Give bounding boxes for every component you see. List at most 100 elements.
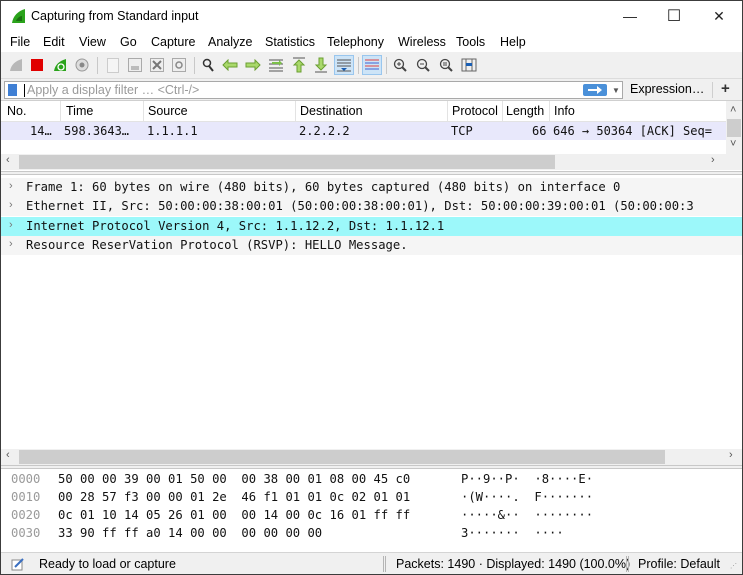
zoom-in-icon bbox=[393, 58, 407, 72]
vscroll-thumb[interactable] bbox=[727, 119, 741, 137]
menu-tools[interactable]: Tools bbox=[456, 35, 485, 49]
detail-row-ethernet[interactable]: › Ethernet II, Src: 50:00:00:38:00:01 (5… bbox=[1, 197, 742, 216]
go-forward-button[interactable] bbox=[243, 55, 263, 75]
zoom-in-button[interactable] bbox=[390, 55, 410, 75]
go-last-button[interactable] bbox=[311, 55, 331, 75]
packet-details: › Frame 1: 60 bytes on wire (480 bits), … bbox=[1, 177, 742, 449]
packet-destination: 2.2.2.2 bbox=[299, 124, 350, 138]
open-file-button[interactable] bbox=[103, 55, 123, 75]
column-destination[interactable]: Destination bbox=[300, 104, 363, 118]
menu-file[interactable]: File bbox=[10, 35, 30, 49]
bytes-row: 0000 50 00 00 39 00 01 50 00 00 38 00 01… bbox=[1, 471, 742, 489]
filter-history-dropdown[interactable]: ▼ bbox=[610, 83, 622, 97]
packet-protocol: TCP bbox=[451, 124, 473, 138]
text-caret bbox=[24, 84, 25, 97]
bytes-hex[interactable]: 33 90 ff ff a0 14 00 00 00 00 00 00 bbox=[58, 526, 322, 540]
minimize-button[interactable]: — bbox=[607, 1, 653, 31]
save-file-button[interactable] bbox=[125, 55, 145, 75]
expert-info-icon[interactable] bbox=[11, 557, 25, 571]
menu-go[interactable]: Go bbox=[120, 35, 137, 49]
detail-row-ipv4[interactable]: › Internet Protocol Version 4, Src: 1.1.… bbox=[1, 217, 742, 236]
menu-edit[interactable]: Edit bbox=[43, 35, 65, 49]
column-source[interactable]: Source bbox=[148, 104, 188, 118]
column-no[interactable]: No. bbox=[7, 104, 26, 118]
column-info[interactable]: Info bbox=[554, 104, 575, 118]
menu-view[interactable]: View bbox=[79, 35, 106, 49]
find-packet-button[interactable] bbox=[198, 55, 218, 75]
resize-columns-button[interactable] bbox=[459, 55, 479, 75]
menu-capture[interactable]: Capture bbox=[151, 35, 195, 49]
start-capture-button[interactable] bbox=[6, 55, 26, 75]
close-file-icon bbox=[150, 58, 164, 72]
bytes-ascii[interactable]: 3······· ···· bbox=[461, 526, 564, 540]
go-forward-icon bbox=[245, 59, 261, 71]
bytes-ascii[interactable]: P··9··P· ·8····E· bbox=[461, 472, 593, 486]
hscroll-thumb[interactable] bbox=[19, 450, 665, 464]
expand-arrow-icon[interactable]: › bbox=[9, 199, 13, 211]
menu-wireless[interactable]: Wireless bbox=[398, 35, 446, 49]
reload-file-button[interactable] bbox=[169, 55, 189, 75]
main-toolbar bbox=[1, 52, 742, 79]
go-back-button[interactable] bbox=[220, 55, 240, 75]
go-to-packet-button[interactable] bbox=[266, 55, 286, 75]
detail-text: Internet Protocol Version 4, Src: 1.1.12… bbox=[26, 219, 445, 233]
pane-splitter[interactable] bbox=[1, 465, 742, 469]
expression-button[interactable]: Expression… bbox=[630, 82, 704, 96]
zoom-out-icon bbox=[416, 58, 430, 72]
restart-capture-button[interactable] bbox=[50, 55, 70, 75]
detail-row-rsvp[interactable]: › Resource ReserVation Protocol (RSVP): … bbox=[1, 236, 742, 255]
title-bar: Capturing from Standard input — ☐ ✕ bbox=[1, 1, 742, 32]
column-protocol[interactable]: Protocol bbox=[452, 104, 498, 118]
close-file-button[interactable] bbox=[147, 55, 167, 75]
expand-arrow-icon[interactable]: › bbox=[9, 219, 13, 231]
apply-filter-button[interactable] bbox=[583, 84, 607, 96]
column-length[interactable]: Length bbox=[506, 104, 544, 118]
maximize-icon: ☐ bbox=[666, 8, 682, 25]
packet-list-vscrollbar[interactable]: ˄ ˅ bbox=[726, 101, 742, 155]
capture-options-button[interactable] bbox=[72, 55, 92, 75]
add-filter-button[interactable]: + bbox=[721, 80, 730, 97]
bytes-ascii[interactable]: ·····&·· ········ bbox=[461, 508, 593, 522]
scroll-down-icon[interactable]: ˅ bbox=[730, 138, 736, 150]
resize-grip-icon[interactable]: ⋰ bbox=[730, 562, 737, 570]
scroll-left-icon[interactable]: ‹ bbox=[6, 449, 10, 461]
menu-statistics[interactable]: Statistics bbox=[265, 35, 315, 49]
menu-analyze[interactable]: Analyze bbox=[208, 35, 252, 49]
maximize-button[interactable]: ☐ bbox=[651, 1, 697, 31]
go-first-button[interactable] bbox=[289, 55, 309, 75]
scroll-left-icon[interactable]: ‹ bbox=[6, 154, 10, 166]
hscroll-thumb[interactable] bbox=[19, 155, 555, 169]
scroll-right-icon[interactable]: › bbox=[729, 449, 733, 461]
window-title: Capturing from Standard input bbox=[31, 9, 199, 23]
autoscroll-button[interactable] bbox=[334, 55, 354, 75]
close-button[interactable]: ✕ bbox=[696, 1, 742, 31]
go-last-icon bbox=[314, 57, 328, 73]
bytes-hex[interactable]: 0c 01 10 14 05 26 01 00 00 14 00 0c 16 0… bbox=[58, 508, 410, 522]
packet-list-header: No. Time Source Destination Protocol Len… bbox=[1, 101, 726, 122]
zoom-out-button[interactable] bbox=[413, 55, 433, 75]
bytes-ascii[interactable]: ·(W····. F······· bbox=[461, 490, 593, 504]
colorize-button[interactable] bbox=[362, 55, 382, 75]
start-capture-icon bbox=[10, 59, 22, 71]
display-filter-input[interactable]: Apply a display filter … <Ctrl-/> ▼ bbox=[4, 81, 623, 99]
packet-list-hscrollbar[interactable]: ‹ › bbox=[1, 154, 742, 170]
menu-telephony[interactable]: Telephony bbox=[327, 35, 384, 49]
bytes-hex[interactable]: 50 00 00 39 00 01 50 00 00 38 00 01 08 0… bbox=[58, 472, 410, 486]
details-hscrollbar[interactable]: ‹ › bbox=[1, 449, 742, 465]
expand-arrow-icon[interactable]: › bbox=[9, 238, 13, 250]
packet-bytes: 0000 50 00 00 39 00 01 50 00 00 38 00 01… bbox=[1, 471, 742, 551]
scroll-right-icon[interactable]: › bbox=[711, 154, 715, 166]
column-time[interactable]: Time bbox=[66, 104, 93, 118]
filter-bookmark-icon[interactable] bbox=[8, 84, 17, 96]
bytes-hex[interactable]: 00 28 57 f3 00 00 01 2e 46 f1 01 01 0c 0… bbox=[58, 490, 410, 504]
detail-row-frame[interactable]: › Frame 1: 60 bytes on wire (480 bits), … bbox=[1, 178, 742, 197]
pane-splitter[interactable] bbox=[1, 171, 742, 175]
profile-status[interactable]: Profile: Default bbox=[638, 557, 720, 571]
scroll-up-icon[interactable]: ˄ bbox=[730, 104, 736, 116]
stop-capture-button[interactable] bbox=[27, 55, 47, 75]
zoom-normal-button[interactable] bbox=[436, 55, 456, 75]
expand-arrow-icon[interactable]: › bbox=[9, 180, 13, 192]
packet-row[interactable]: 14… 598.3643… 1.1.1.1 2.2.2.2 TCP 66 646… bbox=[1, 122, 726, 140]
menu-help[interactable]: Help bbox=[500, 35, 526, 49]
detail-text: Ethernet II, Src: 50:00:00:38:00:01 (50:… bbox=[26, 199, 694, 213]
